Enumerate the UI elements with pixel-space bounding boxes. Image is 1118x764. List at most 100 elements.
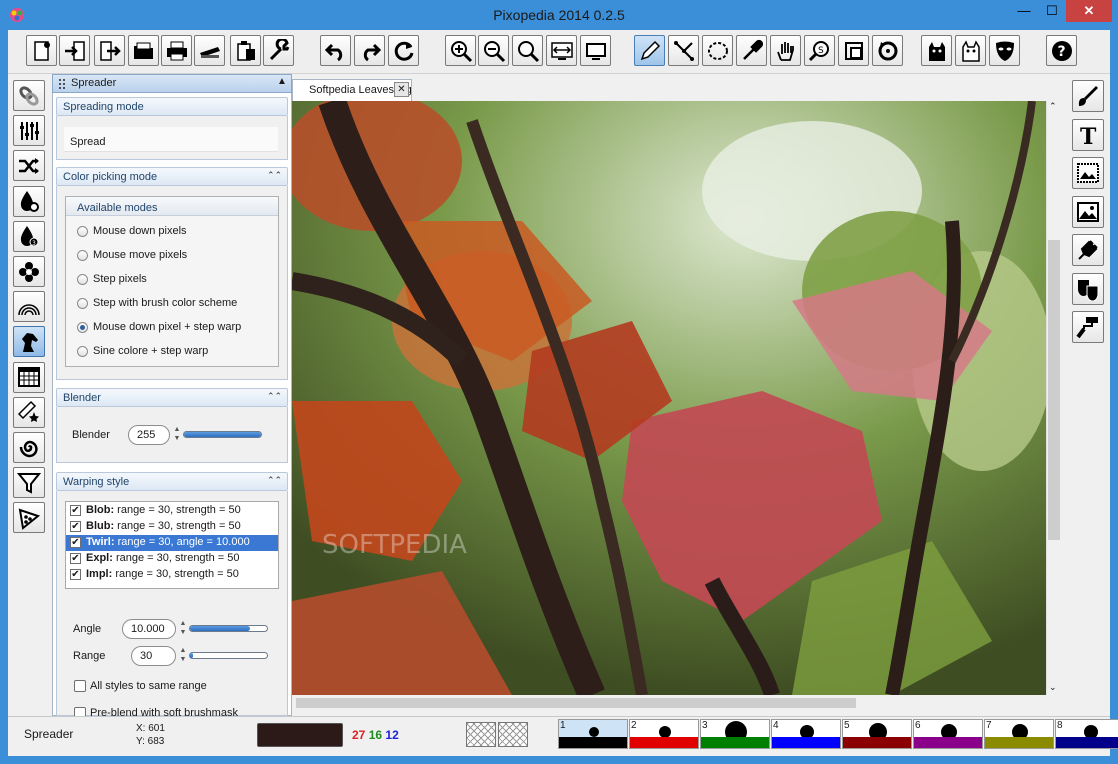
- collapse-panel-icon[interactable]: ▲: [277, 76, 287, 87]
- rotate-button[interactable]: [872, 35, 903, 66]
- pattern-swatch-2[interactable]: [498, 722, 528, 747]
- grid-button[interactable]: [13, 361, 45, 393]
- mode-radio[interactable]: [77, 298, 88, 309]
- collapse-chevron-icon[interactable]: ⌃⌃: [267, 170, 282, 181]
- spiral-button[interactable]: [13, 432, 45, 463]
- minimize-button[interactable]: —: [1010, 0, 1038, 22]
- angle-input[interactable]: 10.000: [122, 619, 176, 639]
- text-button[interactable]: T: [1072, 118, 1104, 151]
- flower-button[interactable]: [13, 256, 45, 287]
- paint-brush-button[interactable]: [1072, 80, 1104, 112]
- close-button[interactable]: ✕: [1066, 0, 1112, 22]
- mode-option-label[interactable]: Sine colore + step warp: [93, 345, 208, 357]
- paint-roller-button[interactable]: [1072, 311, 1104, 343]
- sliders-button[interactable]: [13, 115, 45, 147]
- same-range-checkbox[interactable]: [74, 680, 86, 692]
- brush-preset[interactable]: 4: [771, 719, 841, 749]
- path-tool-button[interactable]: [668, 35, 699, 66]
- maximize-button[interactable]: ☐: [1038, 0, 1066, 22]
- mode-radio[interactable]: [77, 226, 88, 237]
- links-button[interactable]: [13, 80, 45, 111]
- export-button[interactable]: [94, 35, 125, 66]
- blender-slider[interactable]: [183, 431, 262, 438]
- warp-style-checkbox[interactable]: ✔: [70, 553, 81, 564]
- mode-option-label[interactable]: Mouse down pixels: [93, 225, 187, 237]
- blender-spinner[interactable]: ▲ ▼: [172, 425, 182, 445]
- warp-style-checkbox[interactable]: ✔: [70, 505, 81, 516]
- blender-input[interactable]: 255: [128, 425, 170, 445]
- brush-preset[interactable]: 1: [558, 719, 628, 749]
- angle-slider[interactable]: [189, 625, 268, 632]
- plug-button[interactable]: [1072, 234, 1104, 266]
- mask-button[interactable]: [989, 35, 1020, 66]
- cat-black-button[interactable]: [921, 35, 952, 66]
- undo-button[interactable]: [320, 35, 351, 66]
- zoom-fit-button[interactable]: [512, 35, 543, 66]
- help-button[interactable]: ?: [1046, 35, 1077, 66]
- cat-white-button[interactable]: [955, 35, 986, 66]
- rainbow-button[interactable]: [13, 291, 45, 323]
- brush-preset[interactable]: 2: [629, 719, 699, 749]
- mode-option-label[interactable]: Step pixels: [93, 273, 147, 285]
- drop-3-button[interactable]: 3: [13, 220, 45, 252]
- landscape-button[interactable]: [1072, 195, 1104, 228]
- mode-option-label[interactable]: Mouse down pixel + step warp: [93, 321, 241, 333]
- warp-style-checkbox[interactable]: ✔: [70, 569, 81, 580]
- pen-star-button[interactable]: [13, 396, 45, 428]
- fit-width-button[interactable]: [546, 35, 577, 66]
- shuffle-button[interactable]: [13, 150, 45, 182]
- mode-option-label[interactable]: Mouse move pixels: [93, 249, 187, 261]
- crop-button[interactable]: [838, 35, 869, 66]
- theater-masks-button[interactable]: [1072, 272, 1104, 305]
- current-color-swatch[interactable]: [257, 723, 343, 747]
- color-picker-button[interactable]: [736, 35, 767, 66]
- scan-button[interactable]: [194, 35, 225, 66]
- settings-button[interactable]: [263, 35, 294, 66]
- image-frame-button[interactable]: [1072, 157, 1104, 189]
- warp-style-checkbox[interactable]: ✔: [70, 521, 81, 532]
- redo-button[interactable]: [354, 35, 385, 66]
- brush-preset[interactable]: 5: [842, 719, 912, 749]
- new-image-button[interactable]: [26, 35, 57, 66]
- filter-button[interactable]: [13, 467, 45, 499]
- import-button[interactable]: [59, 35, 90, 66]
- ellipse-select-button[interactable]: [702, 35, 733, 66]
- warp-style-checkbox[interactable]: ✔: [70, 537, 81, 548]
- range-spinner[interactable]: ▲ ▼: [178, 646, 188, 666]
- pattern-swatch-1[interactable]: [466, 722, 496, 747]
- scroll-down-icon[interactable]: ⌄: [1049, 682, 1057, 693]
- fullscreen-button[interactable]: [580, 35, 611, 66]
- pen-tool-button[interactable]: [634, 35, 665, 66]
- pan-hand-button[interactable]: [770, 35, 801, 66]
- vertical-scroll-thumb[interactable]: [1048, 240, 1060, 540]
- mode-radio[interactable]: [77, 346, 88, 357]
- image-canvas[interactable]: SOFTPEDIA: [292, 101, 1046, 695]
- range-input[interactable]: 30: [131, 646, 176, 666]
- brush-preset[interactable]: 7: [984, 719, 1054, 749]
- clipboard-paste-button[interactable]: [230, 35, 261, 66]
- mode-radio[interactable]: [77, 250, 88, 261]
- pizza-button[interactable]: [13, 502, 45, 534]
- brush-preset[interactable]: 8: [1055, 719, 1118, 749]
- open-button[interactable]: [128, 35, 159, 66]
- brush-preset[interactable]: 6: [913, 719, 983, 749]
- scroll-up-icon[interactable]: ⌃: [1049, 101, 1057, 112]
- angle-spinner[interactable]: ▲ ▼: [178, 619, 188, 639]
- print-button[interactable]: [161, 35, 192, 66]
- zoom-out-button[interactable]: [478, 35, 509, 66]
- horse-button[interactable]: [13, 326, 45, 358]
- collapse-chevron-icon[interactable]: ⌃⌃: [267, 475, 282, 486]
- mode-radio[interactable]: [77, 274, 88, 285]
- mode-radio[interactable]: [77, 322, 88, 333]
- refresh-button[interactable]: [388, 35, 419, 66]
- brush-preset[interactable]: 3: [700, 719, 770, 749]
- grip-icon[interactable]: [58, 78, 66, 90]
- zoom-search-button[interactable]: S: [804, 35, 835, 66]
- drop-gear-button[interactable]: [13, 185, 45, 217]
- zoom-in-button[interactable]: [445, 35, 476, 66]
- horizontal-scroll-thumb[interactable]: [296, 698, 856, 708]
- collapse-chevron-icon[interactable]: ⌃⌃: [267, 391, 282, 402]
- range-slider[interactable]: [189, 652, 268, 659]
- mode-option-label[interactable]: Step with brush color scheme: [93, 297, 237, 309]
- close-tab-icon[interactable]: ✕: [394, 82, 409, 97]
